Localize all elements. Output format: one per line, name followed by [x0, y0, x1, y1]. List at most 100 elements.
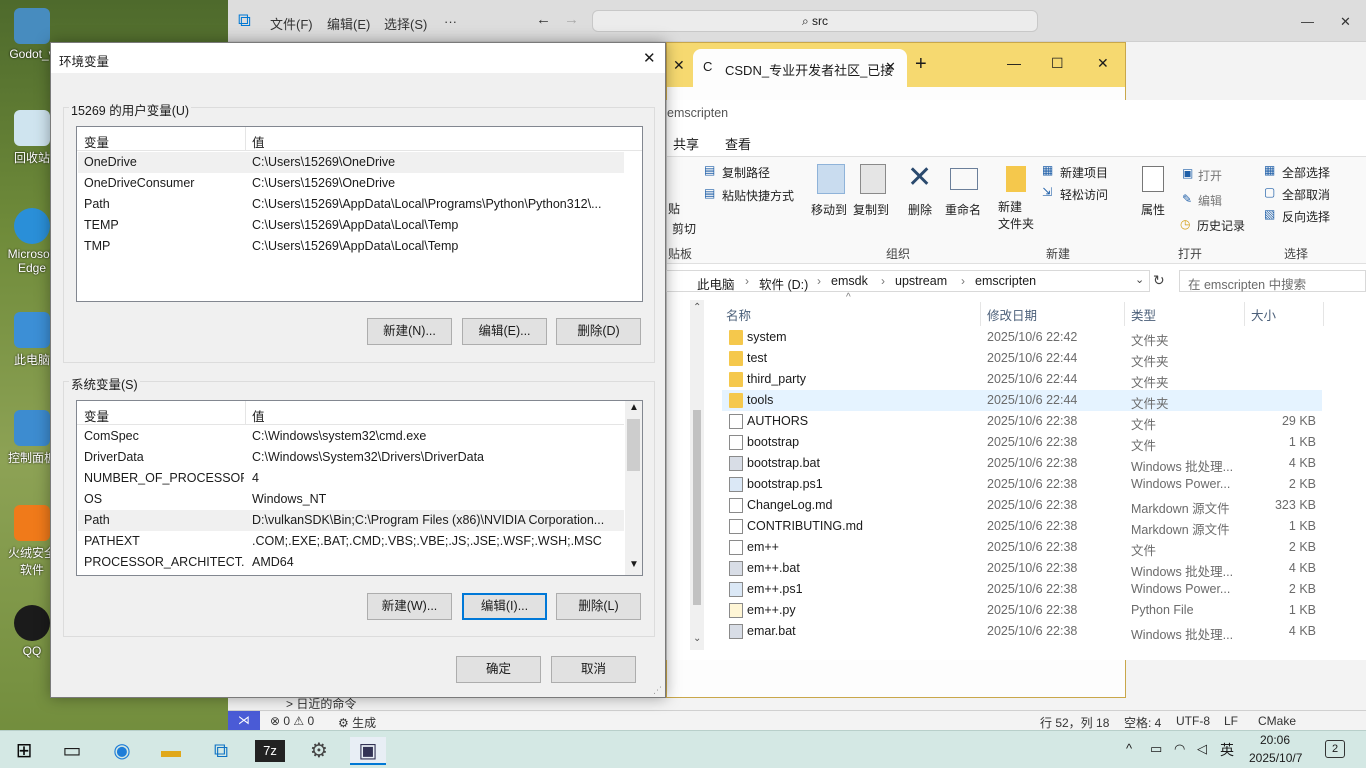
nav-pane-scrollbar[interactable]: ⌃ ⌄: [690, 300, 704, 650]
taskbar-vscode[interactable]: ⧉: [203, 737, 239, 765]
remote-icon[interactable]: ⋊: [228, 711, 260, 730]
column-divider[interactable]: [980, 302, 981, 326]
system-var-row[interactable]: DriverData C:\Windows\System32\Drivers\Dr…: [78, 447, 624, 468]
easy-access-button[interactable]: 轻松访问: [1060, 186, 1108, 203]
chrome-close-icon[interactable]: ✕: [1097, 55, 1109, 72]
select-all-button[interactable]: 全部选择: [1282, 164, 1330, 181]
taskbar-explorer[interactable]: ▬: [153, 737, 189, 765]
notification-center[interactable]: 2: [1325, 740, 1345, 758]
user-new-button[interactable]: 新建(N)...: [367, 318, 452, 345]
tab-close-icon[interactable]: ✕: [673, 57, 685, 74]
command-center-search[interactable]: ⌕ src: [592, 10, 1038, 32]
menu-selection[interactable]: 选择(S): [384, 14, 427, 33]
user-vars-list[interactable]: 变量 值 OneDrive C:\Users\15269\OneDrive One…: [76, 126, 643, 302]
file-row[interactable]: AUTHORS 2025/10/6 22:38 文件 29 KB: [722, 411, 1322, 432]
system-edit-button[interactable]: 编辑(I)...: [462, 593, 547, 620]
system-var-row[interactable]: PROCESSOR_ARCHITECT... AMD64: [78, 552, 624, 573]
column-divider[interactable]: [1124, 302, 1125, 326]
cursor-position[interactable]: 行 52，列 18: [1040, 714, 1109, 731]
properties-button[interactable]: 属性: [1141, 201, 1165, 218]
forward-icon[interactable]: →: [564, 11, 579, 28]
breadcrumb-this-pc[interactable]: 此电脑: [697, 274, 735, 293]
ok-button[interactable]: 确定: [456, 656, 541, 683]
invert-selection-button[interactable]: 反向选择: [1282, 208, 1330, 225]
select-none-button[interactable]: 全部取消: [1282, 186, 1330, 203]
file-row[interactable]: CONTRIBUTING.md 2025/10/6 22:38 Markdown 源…: [722, 516, 1322, 537]
system-vars-scrollbar[interactable]: ▲ ▼: [625, 401, 642, 575]
file-row[interactable]: bootstrap 2025/10/6 22:38 文件 1 KB: [722, 432, 1322, 453]
paste-button[interactable]: 贴: [668, 200, 680, 217]
file-row[interactable]: emar.bat 2025/10/6 22:38 Windows 批处理... 4 K…: [722, 621, 1322, 642]
breadcrumb-emscripten[interactable]: emscripten: [975, 274, 1036, 288]
system-delete-button[interactable]: 删除(L): [556, 593, 641, 620]
cut-button[interactable]: 剪切: [672, 220, 696, 237]
file-row[interactable]: em++.py 2025/10/6 22:38 Python File 1 KB: [722, 600, 1322, 621]
resize-grip-icon[interactable]: ⋰: [653, 685, 662, 696]
column-divider[interactable]: [1323, 302, 1324, 326]
paste-shortcut-button[interactable]: 粘贴快捷方式: [722, 187, 794, 204]
file-row[interactable]: system 2025/10/6 22:42 文件夹: [722, 327, 1322, 348]
file-row[interactable]: em++ 2025/10/6 22:38 文件 2 KB: [722, 537, 1322, 558]
header-value[interactable]: 值: [252, 132, 265, 151]
system-var-row[interactable]: ComSpec C:\Windows\system32\cmd.exe: [78, 426, 624, 447]
chrome-maximize-icon[interactable]: ☐: [1051, 55, 1064, 72]
move-to-button[interactable]: 移动到: [811, 201, 847, 218]
header-value[interactable]: 值: [252, 406, 265, 425]
address-dropdown-icon[interactable]: ⌄: [1135, 273, 1144, 286]
system-var-row-selected[interactable]: Path D:\vulkanSDK\Bin;C:\Program Files (x…: [78, 510, 624, 531]
back-icon[interactable]: ←: [536, 11, 551, 28]
file-row[interactable]: bootstrap.bat 2025/10/6 22:38 Windows 批处理.…: [722, 453, 1322, 474]
taskbar-7zip[interactable]: 7z: [255, 740, 285, 762]
breadcrumb-emsdk[interactable]: emsdk: [831, 274, 868, 288]
header-divider[interactable]: [245, 127, 246, 151]
history-button[interactable]: 历史记录: [1197, 217, 1245, 234]
scroll-thumb[interactable]: [693, 410, 701, 605]
scroll-down-icon[interactable]: ▼: [629, 559, 639, 570]
indent-spaces[interactable]: 空格: 4: [1124, 714, 1161, 731]
taskbar-settings[interactable]: ⚙: [301, 737, 337, 765]
user-var-row[interactable]: TMP C:\Users\15269\AppData\Local\Temp: [78, 236, 624, 257]
scroll-down-icon[interactable]: ⌄: [693, 633, 701, 644]
system-var-row[interactable]: PATHEXT .COM;.EXE;.BAT;.CMD;.VBS;.VBE;.JS…: [78, 531, 624, 552]
menu-edit[interactable]: 编辑(E): [327, 14, 370, 33]
chrome-minimize-icon[interactable]: —: [1007, 55, 1021, 71]
problems-indicator[interactable]: ⊗ 0 ⚠ 0: [270, 714, 314, 728]
build-button[interactable]: ⚙ 生成: [338, 714, 376, 731]
clock-time[interactable]: 20:06: [1260, 733, 1290, 747]
header-variable[interactable]: 变量: [84, 406, 109, 425]
scroll-up-icon[interactable]: ⌃: [693, 302, 701, 313]
tray-chevron-icon[interactable]: ^: [1126, 741, 1132, 756]
scroll-thumb[interactable]: [627, 419, 640, 471]
file-row[interactable]: test 2025/10/6 22:44 文件夹: [722, 348, 1322, 369]
file-row[interactable]: third_party 2025/10/6 22:44 文件夹: [722, 369, 1322, 390]
file-row[interactable]: bootstrap.ps1 2025/10/6 22:38 Windows Powe…: [722, 474, 1322, 495]
volume-icon[interactable]: ◁: [1197, 741, 1207, 757]
task-view-button[interactable]: ▭: [54, 737, 90, 765]
new-folder-button[interactable]: 新建 文件夹: [998, 199, 1034, 233]
user-var-row[interactable]: OneDrive C:\Users\15269\OneDrive: [78, 152, 624, 173]
file-row[interactable]: em++.bat 2025/10/6 22:38 Windows 批处理... 4 K…: [722, 558, 1322, 579]
system-vars-list[interactable]: 变量 值 ComSpec C:\Windows\system32\cmd.exe …: [76, 400, 643, 576]
open-button[interactable]: 打开: [1198, 167, 1222, 184]
dialog-close-button[interactable]: ✕: [643, 49, 656, 67]
chrome-tab-active[interactable]: C CSDN_专业开发者社区_已接 ✕: [693, 49, 907, 87]
user-delete-button[interactable]: 删除(D): [556, 318, 641, 345]
new-tab-button[interactable]: +: [915, 53, 927, 76]
encoding[interactable]: UTF-8: [1176, 714, 1210, 728]
user-edit-button[interactable]: 编辑(E)...: [462, 318, 547, 345]
address-bar[interactable]: 此电脑 › 软件 (D:) › emsdk › upstream › emscr…: [666, 270, 1150, 292]
column-divider[interactable]: [1244, 302, 1245, 326]
delete-button[interactable]: 删除: [908, 201, 932, 218]
clock-date[interactable]: 2025/10/7: [1249, 751, 1302, 765]
copy-to-button[interactable]: 复制到: [853, 201, 889, 218]
ribbon-tab-share[interactable]: 共享: [673, 134, 699, 153]
user-var-row[interactable]: OneDriveConsumer C:\Users\15269\OneDrive: [78, 173, 624, 194]
edit-button[interactable]: 编辑: [1198, 192, 1222, 209]
user-var-row[interactable]: TEMP C:\Users\15269\AppData\Local\Temp: [78, 215, 624, 236]
ime-indicator[interactable]: 英: [1220, 740, 1234, 760]
column-name[interactable]: 名称: [726, 305, 751, 324]
column-type[interactable]: 类型: [1131, 305, 1156, 324]
new-item-button[interactable]: 新建项目: [1060, 164, 1108, 181]
rename-button[interactable]: 重命名: [945, 201, 981, 218]
column-date[interactable]: 修改日期: [987, 305, 1037, 324]
